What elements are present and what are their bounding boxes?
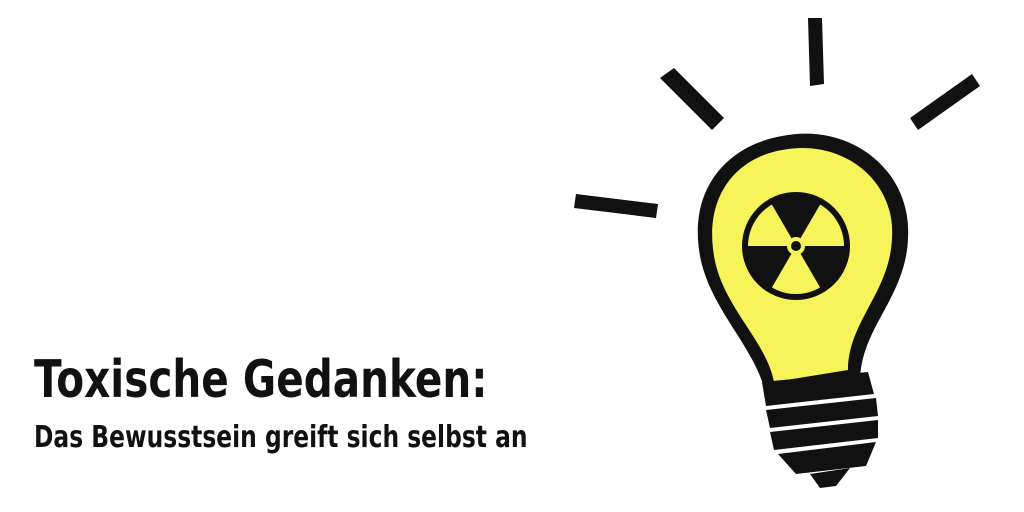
ray-upper-right — [910, 74, 980, 130]
page: Toxische Gedanken: Das Bewusstsein greif… — [0, 0, 1024, 512]
page-subtitle: Das Bewusstsein greift sich selbst an — [34, 420, 528, 455]
ray-top — [808, 18, 824, 86]
ray-left — [574, 194, 658, 218]
title-block: Toxische Gedanken: Das Bewusstsein greif… — [34, 350, 674, 456]
radiation-symbol — [742, 192, 850, 300]
ray-upper-left — [660, 68, 724, 130]
bulb-base — [762, 372, 878, 488]
page-title: Toxische Gedanken: — [34, 350, 488, 410]
